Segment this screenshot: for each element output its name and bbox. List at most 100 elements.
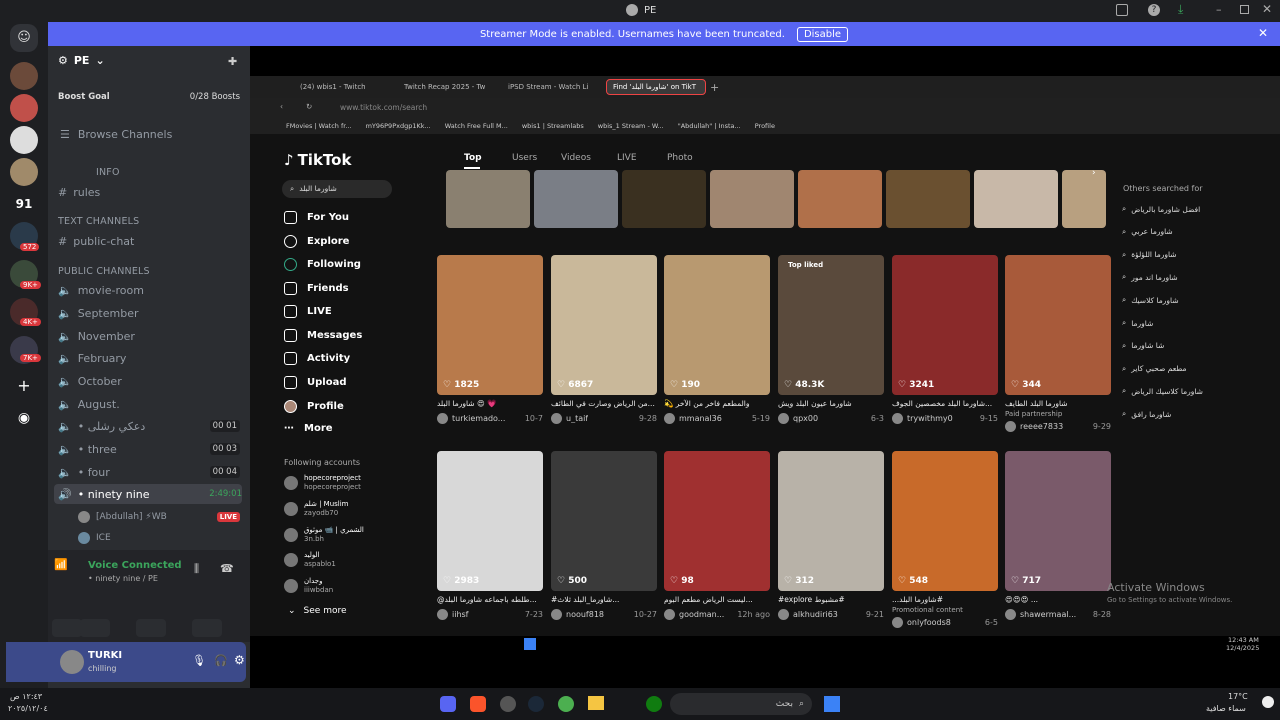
video-thumbnail[interactable]: ♡ 6867 xyxy=(551,255,657,395)
voice-user[interactable]: ICE xyxy=(78,528,240,548)
inbox-icon[interactable] xyxy=(1116,4,1128,16)
disconnect-icon[interactable]: ☎ xyxy=(220,562,234,575)
video-author[interactable]: goodman... xyxy=(679,610,724,619)
related-search[interactable]: ⌕ شا شاورما xyxy=(1122,341,1164,351)
tiktok-logo[interactable]: ♪ TikTok xyxy=(284,151,351,169)
avatar[interactable] xyxy=(551,413,562,424)
nav-for-you[interactable]: For You xyxy=(284,211,349,224)
video-author[interactable]: mmanal36 xyxy=(679,414,722,423)
voice-channel[interactable]: 🔈 • four 00 04 xyxy=(58,462,240,482)
video-card[interactable]: ♡ 6867 من الرياض وصارت في الطائف... u_ta… xyxy=(551,255,657,424)
maximize-icon[interactable] xyxy=(1240,5,1249,14)
nav-more[interactable]: ⋯ More xyxy=(284,423,333,434)
bookmark[interactable]: mY96P9Pxdgp1Kk... xyxy=(366,122,431,130)
video-thumbnail[interactable]: ♡ 344 xyxy=(1005,255,1111,395)
tab-videos[interactable]: Videos xyxy=(561,153,591,163)
related-search[interactable]: ⌕ شاورما عربي xyxy=(1122,227,1173,237)
voice-channel[interactable]: 🔈 August. xyxy=(58,394,240,414)
video-card[interactable]: ♡ 98 ليست الرياض مطعم البوم... goodman..… xyxy=(664,451,770,620)
video-card[interactable]: ♡ 717 😍😍😍 ... shawermaal... 8-28 xyxy=(1005,451,1111,620)
browser-tab[interactable]: (24) wbis1 - Twitch xyxy=(294,80,394,94)
soundboard-icon[interactable] xyxy=(192,619,222,637)
server-avatar[interactable] xyxy=(10,158,38,186)
video-card[interactable]: ♡ 500 #شاورما_البلد ثلاث... noouf818 10-… xyxy=(551,451,657,620)
video-author[interactable]: u_taif xyxy=(566,414,588,423)
voice-channel[interactable]: 🔈 February xyxy=(58,348,240,368)
microphone-icon[interactable]: 🎙 xyxy=(192,654,206,667)
headphones-icon[interactable]: 🎧 xyxy=(214,654,228,667)
voice-channel[interactable]: 🔈 • دعكي رشلى 00 01 xyxy=(58,416,240,436)
chrome-app-icon[interactable] xyxy=(558,696,574,712)
thumbnail[interactable] xyxy=(622,170,706,228)
video-thumbnail[interactable]: ♡ 3241 xyxy=(892,255,998,395)
server-avatar[interactable] xyxy=(10,94,38,122)
voice-channel-active[interactable]: 🔊 • ninety nine 2:49:01 xyxy=(54,484,242,504)
windows-start-icon[interactable] xyxy=(524,638,536,650)
avatar[interactable] xyxy=(664,413,675,424)
server-item[interactable]: 91 xyxy=(10,190,38,218)
following-account[interactable]: وجدان iiiwbdan xyxy=(284,577,394,595)
nav-friends[interactable]: Friends xyxy=(284,282,349,295)
channel-public-chat[interactable]: # public-chat xyxy=(58,231,240,251)
reload-icon[interactable]: ↻ xyxy=(306,102,312,111)
bookmark[interactable]: "Abdullah" | Insta... xyxy=(678,122,741,130)
related-search[interactable]: ⌕ شاورما كلاسيك الرياض xyxy=(1122,386,1203,396)
avatar[interactable] xyxy=(892,617,903,628)
video-author[interactable]: qpx00 xyxy=(793,414,818,423)
avatar[interactable] xyxy=(437,413,448,424)
nav-explore[interactable]: Explore xyxy=(284,235,349,248)
avatar[interactable] xyxy=(437,609,448,620)
video-author[interactable]: alkhudiri63 xyxy=(793,610,838,619)
avatar[interactable] xyxy=(664,609,675,620)
see-more-link[interactable]: ⌄ See more xyxy=(288,606,347,616)
thumbnail[interactable] xyxy=(534,170,618,228)
browser-tab[interactable]: iPSD Stream - Watch Li xyxy=(502,80,602,94)
minimize-icon[interactable]: – xyxy=(1216,3,1222,16)
video-card[interactable]: ♡ 312 #explore مشبوط# alkhudiri63 9-21 xyxy=(778,451,884,620)
tab-top[interactable]: Top xyxy=(464,153,482,163)
bookmark[interactable]: Watch Free Full M... xyxy=(445,122,508,130)
video-thumbnail[interactable]: ♡ 98 xyxy=(664,451,770,591)
taskbar-search[interactable]: بحث ⌕ xyxy=(670,693,812,715)
url-field[interactable]: www.tiktok.com/search xyxy=(340,103,427,112)
nav-following[interactable]: Following xyxy=(284,258,361,271)
thumbnail[interactable] xyxy=(710,170,794,228)
video-author[interactable]: noouf818 xyxy=(566,610,604,619)
nav-messages[interactable]: Messages xyxy=(284,329,362,342)
voice-user[interactable]: [Abdullah] ⚡WB LIVE xyxy=(78,507,240,527)
boost-goal[interactable]: Boost Goal 0/28 Boosts xyxy=(58,92,240,102)
activity-icon[interactable] xyxy=(136,619,166,637)
video-card[interactable]: ♡ 190 💫 والمطعم فاخر من الآخر mmanal36 5… xyxy=(664,255,770,424)
bookmark[interactable]: Profile xyxy=(755,122,775,130)
server-header[interactable]: ⚙ PE ⌄ xyxy=(58,54,105,67)
channel-rules[interactable]: # rules xyxy=(58,182,240,202)
video-thumbnail[interactable]: ♡ 190 xyxy=(664,255,770,395)
add-server-icon[interactable]: + xyxy=(10,372,38,400)
voice-channel[interactable]: 🔈 November xyxy=(58,326,240,346)
camera-icon[interactable] xyxy=(52,619,82,637)
voice-channel[interactable]: 🔈 movie-room xyxy=(58,280,240,300)
thumbnail[interactable] xyxy=(1062,170,1106,228)
download-icon[interactable]: ⤓ xyxy=(1178,2,1183,17)
invite-icon[interactable]: ✚ xyxy=(228,55,237,68)
server-avatar[interactable] xyxy=(10,126,38,154)
steam-app-icon[interactable] xyxy=(528,696,544,712)
browser-tab-active[interactable]: Find 'شاورما البلد' on TikT xyxy=(606,79,706,95)
following-account[interactable]: الشمري | 📹 موثوق 3n.bh xyxy=(284,526,394,544)
avatar[interactable] xyxy=(60,650,84,674)
related-search[interactable]: ⌕ شاورما xyxy=(1122,318,1153,328)
following-account[interactable]: شلم | Muslim zayodb70 xyxy=(284,500,394,518)
related-search[interactable]: ⌕ شاورما رافق xyxy=(1122,409,1171,419)
chevron-right-icon[interactable]: › xyxy=(1092,168,1096,178)
bookmark[interactable]: wbis_1 Stream - W... xyxy=(598,122,664,130)
obs-app-icon[interactable] xyxy=(500,696,516,712)
close-icon[interactable]: ✕ xyxy=(1262,2,1272,16)
video-card[interactable]: Top liked ♡ 48.3K شاورما عيون البلد ويش … xyxy=(778,255,884,424)
video-card[interactable]: ♡ 3241 شاورما البلد مخصصين الجوف... tryw… xyxy=(892,255,998,424)
video-card[interactable]: ♡ 548 ...شاورما البلد# Promotional conte… xyxy=(892,451,998,628)
nav-upload[interactable]: Upload xyxy=(284,376,346,389)
avatar[interactable] xyxy=(778,609,789,620)
video-author[interactable]: onlyfoods8 xyxy=(907,618,951,627)
browser-tab[interactable]: Twitch Recap 2025 - Tw xyxy=(398,80,498,94)
thumbnail[interactable] xyxy=(974,170,1058,228)
